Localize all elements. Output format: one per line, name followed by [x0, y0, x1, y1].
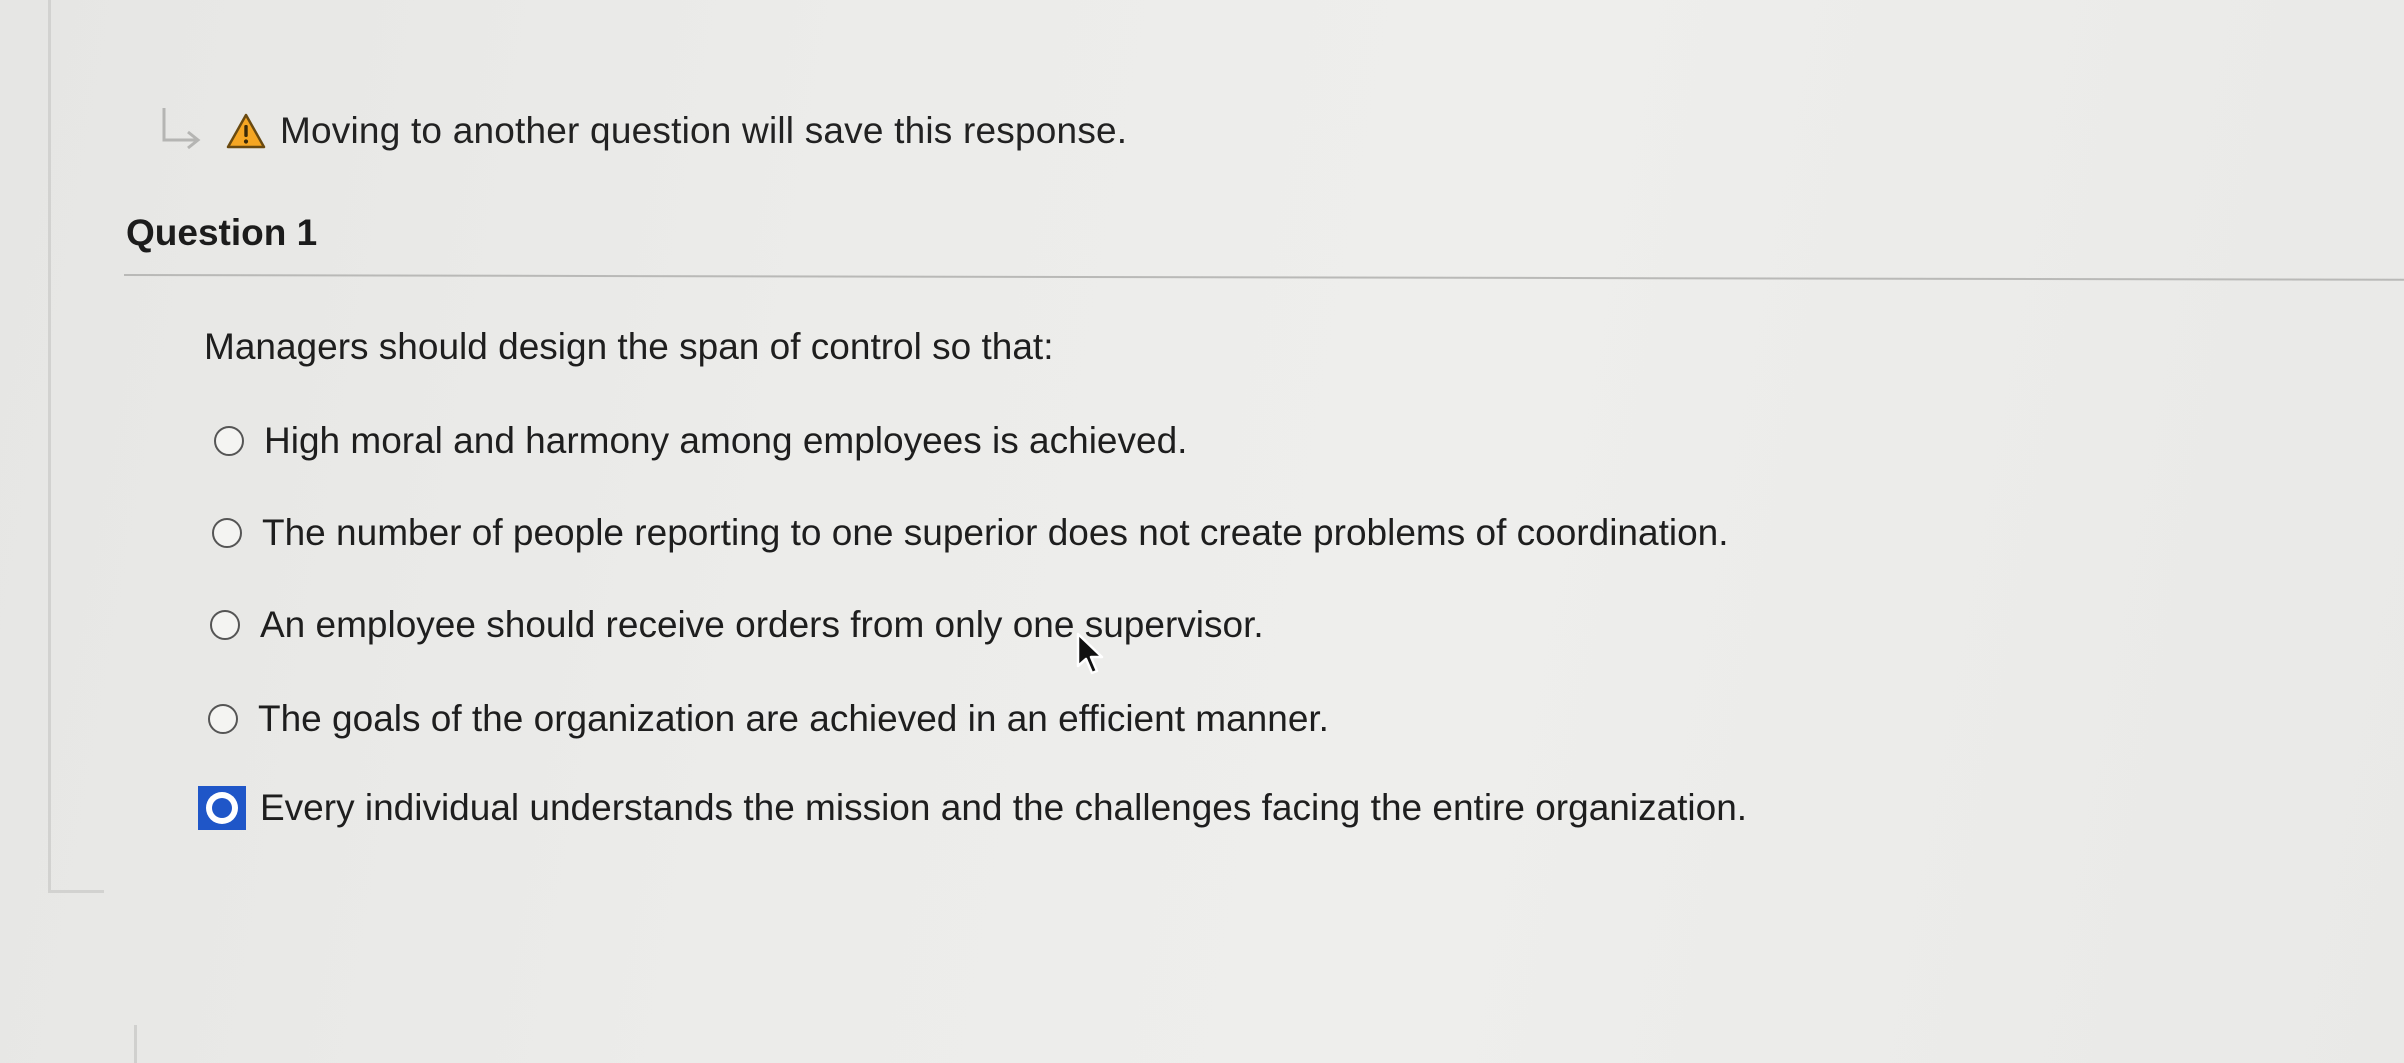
answer-option-label: The goals of the organization are achiev… — [258, 698, 1329, 739]
answer-option-label: Every individual understands the mission… — [260, 787, 1748, 828]
answer-option-selected[interactable]: Every individual understands the mission… — [198, 786, 1747, 830]
answer-option-label: An employee should receive orders from o… — [260, 604, 1264, 645]
frame-divider — [134, 1025, 137, 1063]
frame-left-border — [48, 0, 51, 893]
radio-button[interactable] — [208, 704, 238, 734]
question-title: Question 1 — [126, 212, 318, 253]
answer-option-label: The number of people reporting to one su… — [262, 512, 1729, 553]
quiz-page: Moving to another question will save thi… — [0, 0, 2404, 1063]
answer-option[interactable]: The number of people reporting to one su… — [212, 512, 1729, 554]
warning-text: Moving to another question will save thi… — [280, 110, 1128, 151]
radio-button[interactable] — [214, 426, 244, 456]
radio-button-selected[interactable] — [198, 786, 246, 830]
save-warning: Moving to another question will save thi… — [158, 96, 1127, 166]
divider — [123, 274, 2404, 281]
mouse-pointer-icon — [1076, 632, 1104, 675]
answer-option-label: High moral and harmony among employees i… — [264, 420, 1188, 461]
radio-ring — [206, 792, 238, 824]
frame-bottom-border — [48, 890, 104, 893]
answer-option[interactable]: The goals of the organization are achiev… — [208, 698, 1329, 740]
radio-button[interactable] — [210, 610, 240, 640]
radio-button[interactable] — [212, 518, 242, 548]
return-arrow-icon — [162, 108, 201, 150]
warning-triangle-icon — [226, 113, 266, 149]
answer-option[interactable]: High moral and harmony among employees i… — [214, 420, 1187, 462]
question-prompt: Managers should design the span of contr… — [204, 326, 1054, 367]
radio-dot — [212, 798, 232, 818]
